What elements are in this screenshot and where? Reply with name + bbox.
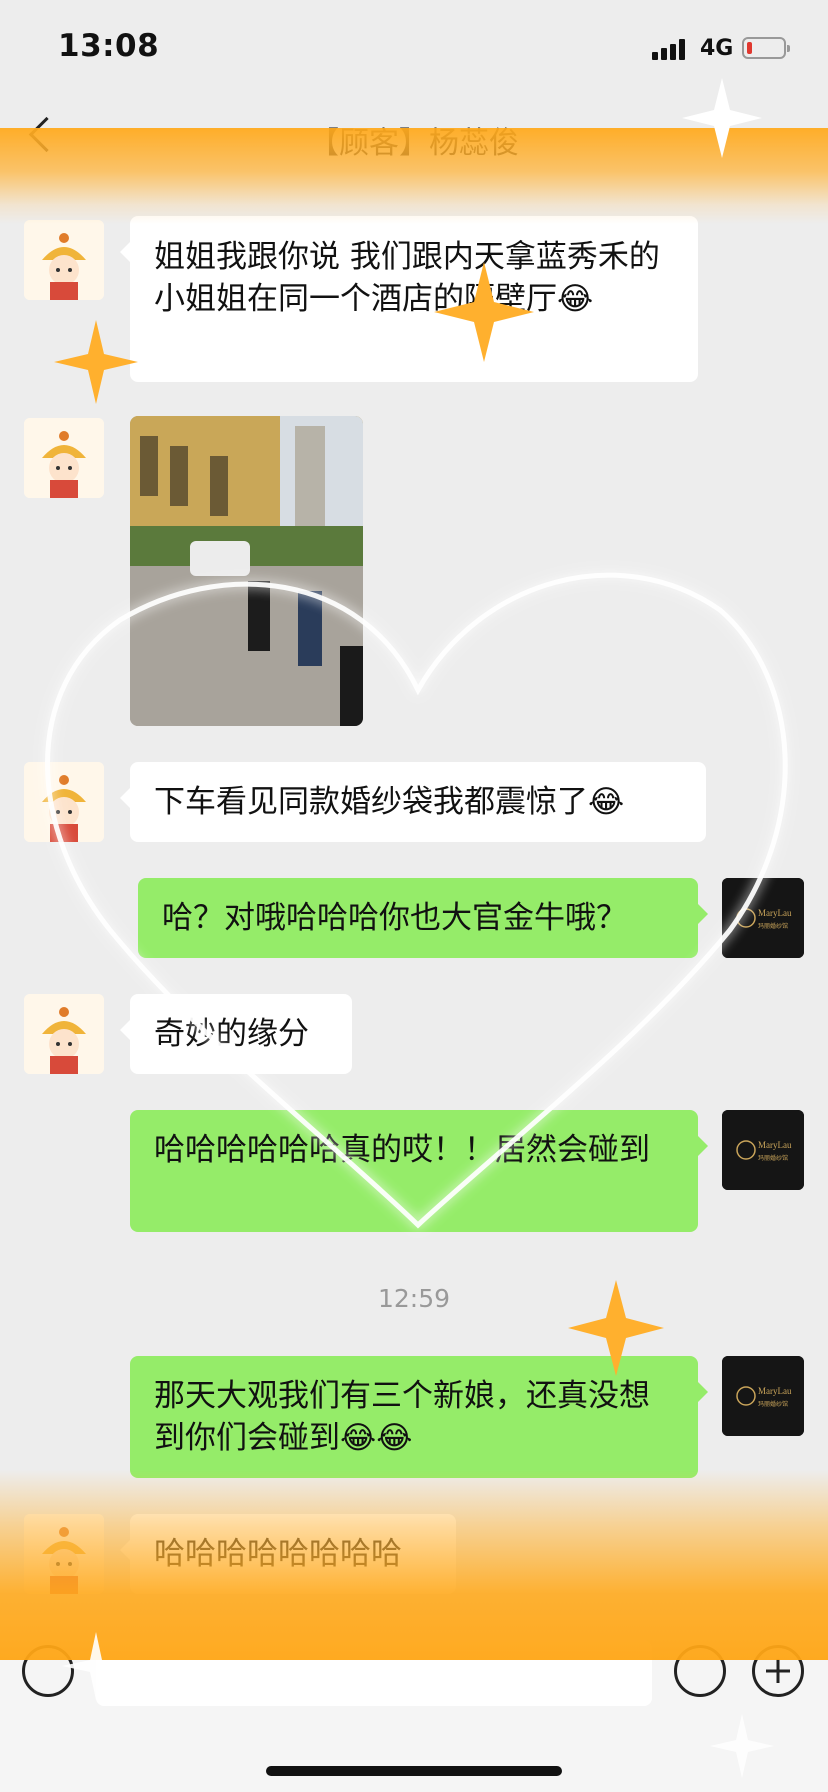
avatar[interactable]: [24, 1514, 104, 1594]
battery-icon: [742, 37, 790, 59]
message-bubble[interactable]: 姐姐我跟你说 我们跟内天拿蓝秀禾的小姐姐在同一个酒店的隔壁厅😂: [120, 216, 698, 382]
home-indicator: [266, 1766, 562, 1776]
status-bar: 13:08 4G: [0, 0, 828, 100]
plus-icon[interactable]: [752, 1645, 804, 1697]
message-bubble[interactable]: 那天大观我们有三个新娘，还真没想到你们会碰到😂😂: [130, 1356, 708, 1478]
message-input[interactable]: [96, 1640, 652, 1706]
message-bubble[interactable]: 下车看见同款婚纱袋我都震惊了😂: [120, 762, 706, 842]
message-timestamp: 12:59: [377, 1284, 451, 1313]
avatar[interactable]: [24, 762, 104, 842]
message-text: 奇妙的缘分: [154, 1016, 309, 1052]
avatar[interactable]: [24, 418, 104, 498]
svg-text:玛丽婚纱馆: 玛丽婚纱馆: [758, 1154, 788, 1162]
svg-text:MaryLau: MaryLau: [758, 1140, 792, 1150]
svg-text:玛丽婚纱馆: 玛丽婚纱馆: [758, 1400, 788, 1408]
avatar[interactable]: [24, 220, 104, 300]
svg-text:MaryLau: MaryLau: [758, 1386, 792, 1396]
message-text: 哈？对哦哈哈哈你也大官金牛哦？: [162, 900, 627, 936]
message-text: 下车看见同款婚纱袋我都震惊了😂: [154, 784, 625, 820]
emoji-icon[interactable]: [674, 1645, 726, 1697]
avatar[interactable]: MaryLau 玛丽婚纱馆: [722, 878, 804, 958]
message-bubble[interactable]: 哈？对哦哈哈哈你也大官金牛哦？: [138, 878, 708, 958]
photo-message[interactable]: [130, 416, 363, 726]
message-text: 哈哈哈哈哈哈哈哈: [154, 1536, 402, 1572]
signal-icon: [652, 38, 692, 60]
sparkle-icon: [54, 320, 138, 404]
message-text: 那天大观我们有三个新娘，还真没想到你们会碰到😂😂: [154, 1378, 650, 1456]
brand-text: MaryLau: [758, 908, 792, 918]
avatar[interactable]: MaryLau 玛丽婚纱馆: [722, 1356, 804, 1436]
status-time: 13:08: [58, 28, 160, 64]
message-text: 姐姐我跟你说 我们跟内天拿蓝秀禾的小姐姐在同一个酒店的隔壁厅😂: [154, 239, 660, 317]
avatar[interactable]: [24, 994, 104, 1074]
avatar[interactable]: MaryLau 玛丽婚纱馆: [722, 1110, 804, 1190]
voice-icon[interactable]: [22, 1645, 74, 1697]
network-type: 4G: [700, 36, 734, 61]
chat-title: 【顾客】杨蕊俊: [309, 126, 519, 161]
message-bubble[interactable]: 哈哈哈哈哈哈真的哎！！居然会碰到: [130, 1110, 708, 1232]
message-text: 哈哈哈哈哈哈真的哎！！居然会碰到: [154, 1132, 650, 1168]
svg-text:玛丽婚纱馆: 玛丽婚纱馆: [758, 922, 788, 930]
message-bubble[interactable]: 哈哈哈哈哈哈哈哈: [120, 1514, 456, 1594]
message-bubble[interactable]: 奇妙的缘分: [120, 994, 352, 1074]
